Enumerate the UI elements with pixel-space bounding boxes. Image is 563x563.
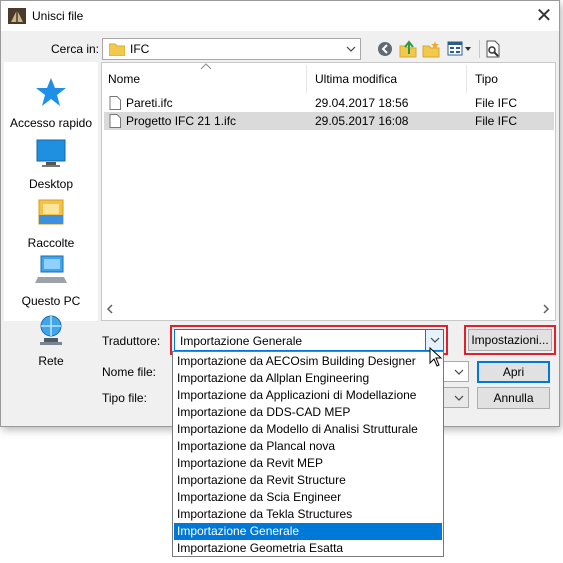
window-title: Unisci file — [32, 9, 84, 23]
translator-select[interactable]: Importazione Generale — [174, 329, 444, 351]
file-type: File IFC — [475, 96, 517, 110]
settings-button[interactable]: Impostazioni... — [468, 329, 552, 351]
file-row[interactable]: Pareti.ifc 29.04.2017 18:56 File IFC — [104, 94, 554, 112]
column-header-name[interactable]: Nome — [108, 72, 140, 86]
computer-icon — [35, 255, 67, 283]
title-bar[interactable]: Unisci file ✕ — [1, 1, 559, 31]
mouse-cursor-icon — [429, 347, 443, 367]
dropdown-option-selected[interactable]: Importazione Generale — [174, 523, 442, 540]
translator-dropdown-list[interactable]: Importazione da AECOsim Building Designe… — [172, 351, 444, 557]
place-label: Accesso rapido — [9, 116, 93, 130]
file-name: Pareti.ifc — [126, 96, 173, 110]
dropdown-option[interactable]: Importazione da Scia Engineer — [174, 489, 442, 506]
dropdown-option[interactable]: Importazione da Revit MEP — [174, 455, 442, 472]
place-quick-access[interactable]: Accesso rapido — [4, 75, 98, 130]
filename-combo-tail[interactable] — [444, 361, 469, 382]
star-icon — [36, 78, 66, 106]
chevron-down-icon — [342, 39, 360, 59]
column-separator[interactable] — [306, 65, 307, 93]
app-logo-icon — [8, 8, 26, 24]
column-header-type[interactable]: Tipo — [475, 72, 498, 86]
view-menu-icon[interactable] — [447, 41, 473, 57]
places-bar: Accesso rapido Desktop Raccolte Questo P… — [4, 62, 98, 368]
sort-ascending-icon — [200, 63, 212, 70]
look-in-label: Cerca in: — [51, 42, 100, 56]
filename-label: Nome file: — [102, 365, 157, 379]
scroll-left-icon[interactable] — [106, 304, 114, 314]
file-modified: 29.05.2017 16:08 — [315, 114, 409, 128]
scroll-right-icon[interactable] — [542, 304, 550, 314]
horizontal-scrollbar[interactable] — [103, 299, 554, 319]
column-header-modified[interactable]: Ultima modifica — [315, 72, 397, 86]
translator-label: Traduttore: — [102, 334, 161, 348]
libraries-icon — [38, 199, 64, 225]
new-folder-icon[interactable] — [422, 40, 440, 58]
file-icon — [109, 114, 121, 128]
column-separator[interactable] — [466, 65, 467, 93]
dropdown-option[interactable]: Importazione da DDS-CAD MEP — [174, 404, 442, 421]
dropdown-option[interactable]: Importazione da AECOsim Building Designe… — [174, 353, 442, 370]
cancel-button[interactable]: Annulla — [477, 387, 550, 409]
dropdown-option[interactable]: Importazione da Tekla Structures — [174, 506, 442, 523]
close-button[interactable]: ✕ — [531, 3, 557, 29]
preview-icon[interactable] — [485, 40, 501, 58]
dropdown-option[interactable]: Importazione da Applicazioni di Modellaz… — [174, 387, 442, 404]
file-list[interactable]: Nome Ultima modifica Tipo Pareti.ifc 29.… — [101, 62, 556, 321]
dropdown-option[interactable]: Importazione da Allplan Engineering — [174, 370, 442, 387]
place-label: Desktop — [28, 177, 74, 191]
dropdown-option[interactable]: Importazione da Modello di Analisi Strut… — [174, 421, 442, 438]
place-label: Questo PC — [21, 294, 81, 308]
look-in-combo[interactable]: IFC — [102, 38, 361, 60]
chevron-down-icon — [450, 362, 468, 381]
place-label: Rete — [38, 354, 64, 368]
desktop-icon — [36, 139, 66, 167]
place-this-pc[interactable]: Questo PC — [4, 253, 98, 308]
place-libraries[interactable]: Raccolte — [4, 195, 98, 250]
filetype-combo-tail[interactable] — [444, 387, 469, 408]
place-network[interactable]: Rete — [4, 313, 98, 368]
toolbar-separator — [479, 40, 480, 58]
place-desktop[interactable]: Desktop — [4, 136, 98, 191]
dropdown-option[interactable]: Importazione Geometria Esatta — [174, 540, 442, 557]
back-icon[interactable] — [377, 41, 393, 57]
dropdown-option[interactable]: Importazione da Plancal nova — [174, 438, 442, 455]
translator-value: Importazione Generale — [180, 334, 303, 348]
network-icon — [40, 315, 62, 345]
file-modified: 29.04.2017 18:56 — [315, 96, 409, 110]
file-name: Progetto IFC 21 1.ifc — [126, 114, 237, 128]
dropdown-option[interactable]: Importazione da Revit Structure — [174, 472, 442, 489]
filetype-label: Tipo file: — [102, 391, 147, 405]
file-type: File IFC — [475, 114, 517, 128]
folder-icon — [109, 43, 125, 56]
file-row-selected[interactable]: Progetto IFC 21 1.ifc 29.05.2017 16:08 F… — [104, 112, 554, 130]
place-label: Raccolte — [27, 236, 75, 250]
chevron-down-icon — [450, 388, 468, 407]
open-button[interactable]: Apri — [477, 361, 550, 383]
up-folder-icon[interactable] — [399, 40, 417, 58]
file-icon — [109, 96, 121, 110]
look-in-value: IFC — [130, 42, 150, 56]
